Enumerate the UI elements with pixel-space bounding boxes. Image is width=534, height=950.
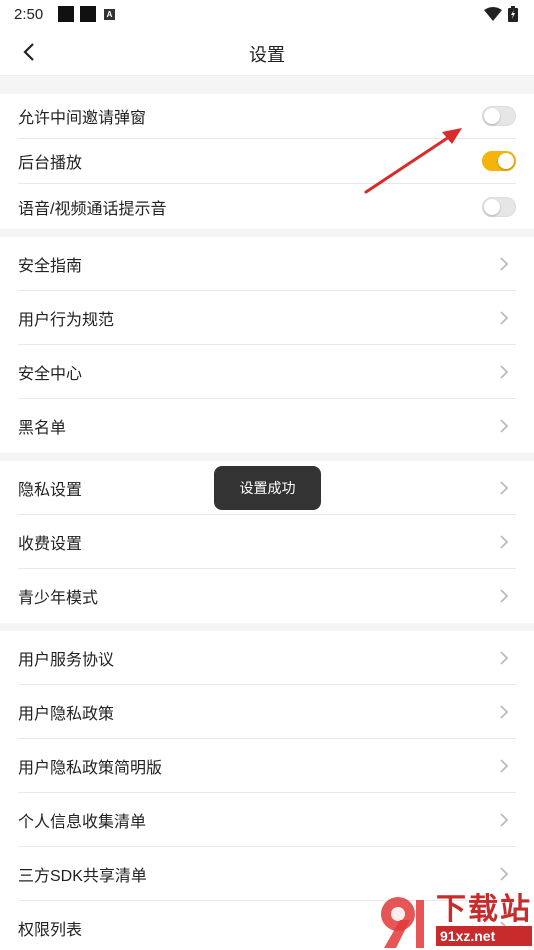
notification-icon — [58, 6, 74, 22]
chevron-right-icon — [500, 310, 509, 325]
row-label: 后台播放 — [18, 155, 83, 172]
row-label: 用户服务协议 — [18, 651, 115, 669]
row-label: 安全指南 — [18, 257, 83, 275]
security-group: 安全指南 用户行为规范 安全中心 黑名单 — [0, 237, 534, 453]
invite-popup-toggle[interactable] — [482, 106, 516, 126]
call-sound-toggle[interactable] — [482, 196, 516, 217]
chevron-right-icon — [500, 419, 509, 433]
list-item-safety-guide[interactable]: 安全指南 — [18, 237, 516, 291]
list-item-teen-mode[interactable]: 青少年模式 — [18, 569, 516, 623]
chevron-right-icon — [500, 704, 509, 719]
nav-bar: 设置 — [0, 28, 534, 76]
list-item-fee-settings[interactable]: 收费设置 — [18, 515, 516, 569]
background-play-toggle[interactable] — [482, 151, 516, 171]
chevron-right-icon — [500, 364, 509, 379]
chevron-right-icon — [500, 256, 509, 271]
chevron-right-icon — [500, 921, 509, 935]
back-button[interactable] — [14, 38, 44, 66]
list-item-sdk-sharing-list[interactable]: 三方SDK共享清单 — [18, 847, 516, 901]
chevron-right-icon — [500, 480, 509, 495]
status-time: 2:50 — [14, 5, 44, 23]
back-arrow-icon — [23, 43, 34, 61]
list-item-personal-info-list[interactable]: 个人信息收集清单 — [18, 793, 516, 847]
list-item-permission-list[interactable]: 权限列表 — [18, 901, 516, 950]
list-item-privacy-policy-brief[interactable]: 用户隐私政策简明版 — [18, 739, 516, 793]
notification-icon — [80, 6, 96, 22]
status-bar: 2:50 A — [0, 0, 534, 28]
battery-icon — [508, 6, 518, 22]
row-label: 黑名单 — [18, 420, 67, 437]
row-label: 用户行为规范 — [18, 311, 115, 329]
chevron-right-icon — [500, 534, 509, 549]
row-label: 用户隐私政策简明版 — [18, 759, 163, 777]
chevron-right-icon — [500, 866, 509, 881]
wifi-icon — [484, 7, 502, 21]
chevron-right-icon — [500, 758, 509, 773]
row-label: 语音/视频通话提示音 — [18, 200, 167, 218]
list-item-privacy-policy[interactable]: 用户隐私政策 — [18, 685, 516, 739]
chevron-right-icon — [500, 589, 509, 603]
list-item-blacklist[interactable]: 黑名单 — [18, 399, 516, 453]
list-item-service-agreement[interactable]: 用户服务协议 — [18, 631, 516, 685]
list-item-security-center[interactable]: 安全中心 — [18, 345, 516, 399]
row-label: 安全中心 — [18, 365, 83, 383]
toggle-settings-group: 允许中间邀请弹窗 后台播放 语音/视频通话提示音 — [0, 94, 534, 229]
row-label: 三方SDK共享清单 — [18, 867, 147, 885]
row-label: 个人信息收集清单 — [18, 813, 147, 831]
row-label: 用户隐私政策 — [18, 705, 115, 723]
row-label: 隐私设置 — [18, 481, 83, 499]
invite-popup-row[interactable]: 允许中间邀请弹窗 — [18, 94, 516, 139]
row-label: 权限列表 — [18, 922, 83, 939]
call-sound-row[interactable]: 语音/视频通话提示音 — [18, 184, 516, 229]
toast-message: 设置成功 — [214, 466, 321, 510]
chevron-right-icon — [500, 650, 509, 665]
list-item-conduct-rules[interactable]: 用户行为规范 — [18, 291, 516, 345]
row-label: 收费设置 — [18, 535, 83, 553]
policy-group: 用户服务协议 用户隐私政策 用户隐私政策简明版 个人信息收集清单 三方SDK共享… — [0, 631, 534, 950]
app-notification-icon: A — [104, 8, 115, 20]
page-title: 设置 — [249, 45, 285, 65]
background-play-row[interactable]: 后台播放 — [18, 139, 516, 184]
chevron-right-icon — [500, 812, 509, 827]
row-label: 允许中间邀请弹窗 — [18, 110, 147, 127]
row-label: 青少年模式 — [18, 590, 99, 607]
